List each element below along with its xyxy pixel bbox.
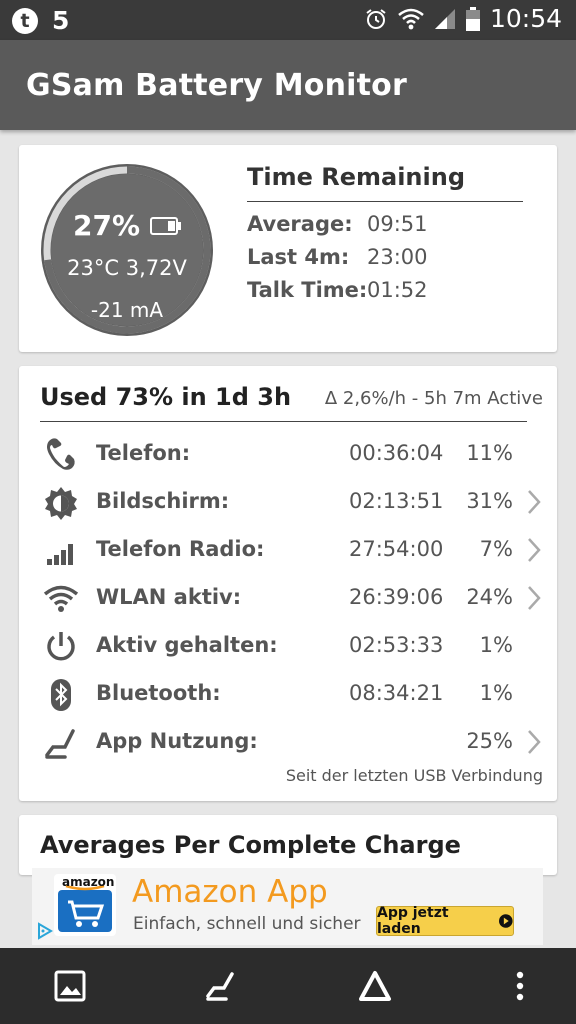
app-usage-icon[interactable]: [200, 966, 240, 1006]
usage-row-percent: 11%: [466, 441, 513, 465]
time-remaining-label: Talk Time:: [247, 278, 368, 302]
usage-row-percent: 24%: [466, 585, 513, 609]
divider: [40, 421, 527, 422]
signal-icon: [434, 8, 455, 29]
amazon-wordmark: amazon: [62, 875, 115, 889]
usage-row-label: Aktiv gehalten:: [96, 633, 278, 657]
usage-card: Used 73% in 1d 3h Δ 2,6%/h - 5h 7m Activ…: [19, 366, 557, 801]
app-bar: GSam Battery Monitor: [0, 40, 576, 130]
signal-bars-icon: [47, 544, 73, 565]
tumblr-notification-icon: t: [12, 7, 38, 34]
usage-row-time: 02:13:51: [349, 489, 444, 513]
notification-count: 5: [52, 6, 70, 35]
divider: [247, 201, 523, 202]
ad-subtitle: Einfach, schnell und sicher: [133, 914, 361, 934]
usage-row-bildschirm[interactable]: Bildschirm: 02:13:51 31%: [19, 477, 557, 525]
usage-title: Used 73% in 1d 3h: [40, 383, 292, 411]
app-title: GSam Battery Monitor: [26, 68, 407, 103]
time-remaining-value: 09:51: [367, 212, 428, 236]
usage-row-label: Bluetooth:: [96, 681, 221, 705]
usage-row-label: Telefon:: [96, 441, 191, 465]
usage-row-time: 26:39:06: [349, 585, 444, 609]
wifi-icon: [398, 8, 424, 29]
time-remaining-title: Time Remaining: [247, 163, 466, 191]
time-remaining-value: 01:52: [367, 278, 428, 302]
usage-row-label: Telefon Radio:: [96, 537, 265, 561]
since-usb-note: Seit der letzten USB Verbindung: [285, 766, 543, 785]
ad-title: Amazon App: [132, 874, 328, 910]
ad-install-label: App jetzt laden: [377, 905, 449, 937]
battery-status-card[interactable]: 27% 23°C 3,72V -21 mA Time Remaining Ave…: [19, 145, 557, 352]
app-usage-icon: [45, 729, 75, 759]
usage-row-time: 02:53:33: [349, 633, 444, 657]
clock: 10:54: [489, 4, 562, 33]
usage-row-bluetooth[interactable]: Bluetooth: 08:34:21 1%: [19, 669, 557, 717]
usage-rate: Δ 2,6%/h - 5h 7m Active: [324, 388, 543, 409]
time-remaining-label: Last 4m:: [247, 245, 350, 269]
usage-row-app-nutzung[interactable]: App Nutzung: 25%: [19, 717, 557, 765]
usage-row-percent: 1%: [479, 681, 513, 705]
usage-row-percent: 1%: [479, 633, 513, 657]
battery-gauge: 27% 23°C 3,72V -21 mA: [39, 162, 215, 338]
time-remaining-value: 23:00: [367, 245, 428, 269]
play-circle-icon: [499, 914, 513, 928]
bottom-toolbar: [0, 948, 576, 1024]
usage-row-label: Bildschirm:: [96, 489, 230, 513]
chevron-right-icon[interactable]: [525, 585, 543, 611]
usage-row-aktiv-gehalten[interactable]: Aktiv gehalten: 02:53:33 1%: [19, 621, 557, 669]
battery-icon: [465, 6, 480, 31]
power-icon: [47, 632, 75, 661]
battery-percent: 27%: [73, 209, 141, 242]
alarm-icon: [366, 8, 386, 29]
usage-row-percent: 7%: [479, 537, 513, 561]
wifi-icon: [43, 585, 79, 612]
chevron-right-icon[interactable]: [525, 729, 543, 755]
temperature-voltage: 23°C 3,72V: [67, 256, 187, 280]
battery-icon: [150, 216, 182, 235]
usage-row-percent: 25%: [466, 729, 513, 753]
averages-card[interactable]: Averages Per Complete Charge: [19, 815, 557, 875]
delta-icon[interactable]: [355, 966, 395, 1006]
usage-row-time: 00:36:04: [349, 441, 444, 465]
usage-row-percent: 31%: [466, 489, 513, 513]
phone-icon: [47, 438, 75, 470]
usage-row-wlan[interactable]: WLAN aktiv: 26:39:06 24%: [19, 573, 557, 621]
time-remaining-label: Average:: [247, 212, 353, 236]
adchoices-icon[interactable]: [36, 922, 54, 940]
bluetooth-icon: [51, 679, 71, 711]
chevron-right-icon[interactable]: [525, 489, 543, 515]
usage-row-time: 08:34:21: [349, 681, 444, 705]
status-bar: t 5 10:54: [0, 0, 576, 40]
ad-banner[interactable]: amazon Amazon App Einfach, schnell und s…: [32, 868, 543, 945]
usage-row-telefon[interactable]: Telefon: 00:36:04 11%: [19, 429, 557, 477]
usage-row-label: App Nutzung:: [96, 729, 258, 753]
averages-title: Averages Per Complete Charge: [40, 831, 461, 859]
ad-install-button[interactable]: App jetzt laden: [376, 905, 514, 937]
brightness-icon: [45, 487, 77, 520]
usage-row-label: WLAN aktiv:: [96, 585, 242, 609]
image-icon[interactable]: [50, 966, 90, 1006]
chevron-right-icon[interactable]: [525, 537, 543, 563]
current-draw: -21 mA: [90, 298, 164, 322]
usage-row-telefon-radio[interactable]: Telefon Radio: 27:54:00 7%: [19, 525, 557, 573]
usage-row-time: 27:54:00: [349, 537, 444, 561]
overflow-menu-icon[interactable]: [500, 966, 540, 1006]
